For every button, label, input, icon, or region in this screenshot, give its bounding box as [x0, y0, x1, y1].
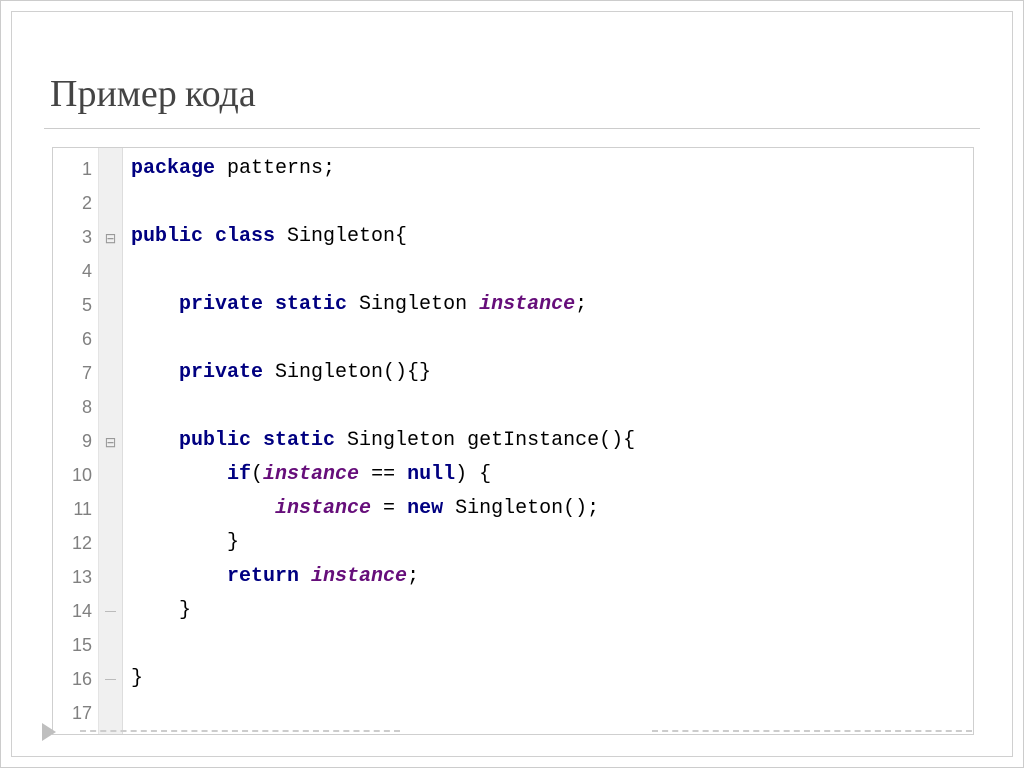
fold-end-icon	[99, 662, 122, 696]
fold-spacer	[99, 560, 122, 594]
code-line[interactable]: private Singleton(){}	[131, 356, 635, 390]
fold-toggle-icon[interactable]	[99, 424, 122, 458]
code-line[interactable]	[131, 696, 635, 730]
code-area[interactable]: package patterns; public class Singleton…	[123, 148, 643, 734]
line-number: 4	[59, 254, 92, 288]
fold-toggle-icon[interactable]	[99, 220, 122, 254]
decorative-dash-right	[652, 730, 972, 732]
line-number: 1	[59, 152, 92, 186]
code-line[interactable]: package patterns;	[131, 152, 635, 186]
fold-spacer	[99, 526, 122, 560]
code-line[interactable]	[131, 390, 635, 424]
fold-spacer	[99, 458, 122, 492]
code-line[interactable]: instance = new Singleton();	[131, 492, 635, 526]
code-line[interactable]: }	[131, 594, 635, 628]
code-line[interactable]: if(instance == null) {	[131, 458, 635, 492]
line-number: 17	[59, 696, 92, 730]
code-line[interactable]: private static Singleton instance;	[131, 288, 635, 322]
slide-title: Пример кода	[32, 72, 992, 116]
fold-spacer	[99, 390, 122, 424]
line-number: 16	[59, 662, 92, 696]
line-number: 13	[59, 560, 92, 594]
code-line[interactable]	[131, 322, 635, 356]
line-number-gutter: 1234567891011121314151617	[53, 148, 99, 734]
code-editor: 1234567891011121314151617 package patter…	[52, 147, 974, 735]
fold-spacer	[99, 288, 122, 322]
line-number: 14	[59, 594, 92, 628]
title-underline	[44, 128, 980, 129]
code-line[interactable]: return instance;	[131, 560, 635, 594]
slide-inner: Пример кода 1234567891011121314151617 pa…	[11, 11, 1013, 757]
code-line[interactable]: public class Singleton{	[131, 220, 635, 254]
fold-spacer	[99, 696, 122, 730]
fold-spacer	[99, 628, 122, 662]
code-line[interactable]: public static Singleton getInstance(){	[131, 424, 635, 458]
code-line[interactable]: }	[131, 526, 635, 560]
decorative-dash-left	[80, 730, 400, 732]
fold-spacer	[99, 254, 122, 288]
code-line[interactable]	[131, 186, 635, 220]
slide-frame: Пример кода 1234567891011121314151617 pa…	[0, 0, 1024, 768]
fold-spacer	[99, 186, 122, 220]
slide-bullet-arrow-icon	[42, 723, 56, 741]
line-number: 7	[59, 356, 92, 390]
fold-end-icon	[99, 594, 122, 628]
line-number: 3	[59, 220, 92, 254]
fold-spacer	[99, 492, 122, 526]
line-number: 2	[59, 186, 92, 220]
line-number: 15	[59, 628, 92, 662]
line-number: 12	[59, 526, 92, 560]
fold-spacer	[99, 356, 122, 390]
line-number: 8	[59, 390, 92, 424]
code-line[interactable]	[131, 628, 635, 662]
code-line[interactable]	[131, 254, 635, 288]
line-number: 5	[59, 288, 92, 322]
line-number: 10	[59, 458, 92, 492]
fold-column	[99, 148, 123, 734]
fold-spacer	[99, 322, 122, 356]
line-number: 11	[59, 492, 92, 526]
line-number: 6	[59, 322, 92, 356]
line-number: 9	[59, 424, 92, 458]
code-line[interactable]: }	[131, 662, 635, 696]
fold-spacer	[99, 152, 122, 186]
